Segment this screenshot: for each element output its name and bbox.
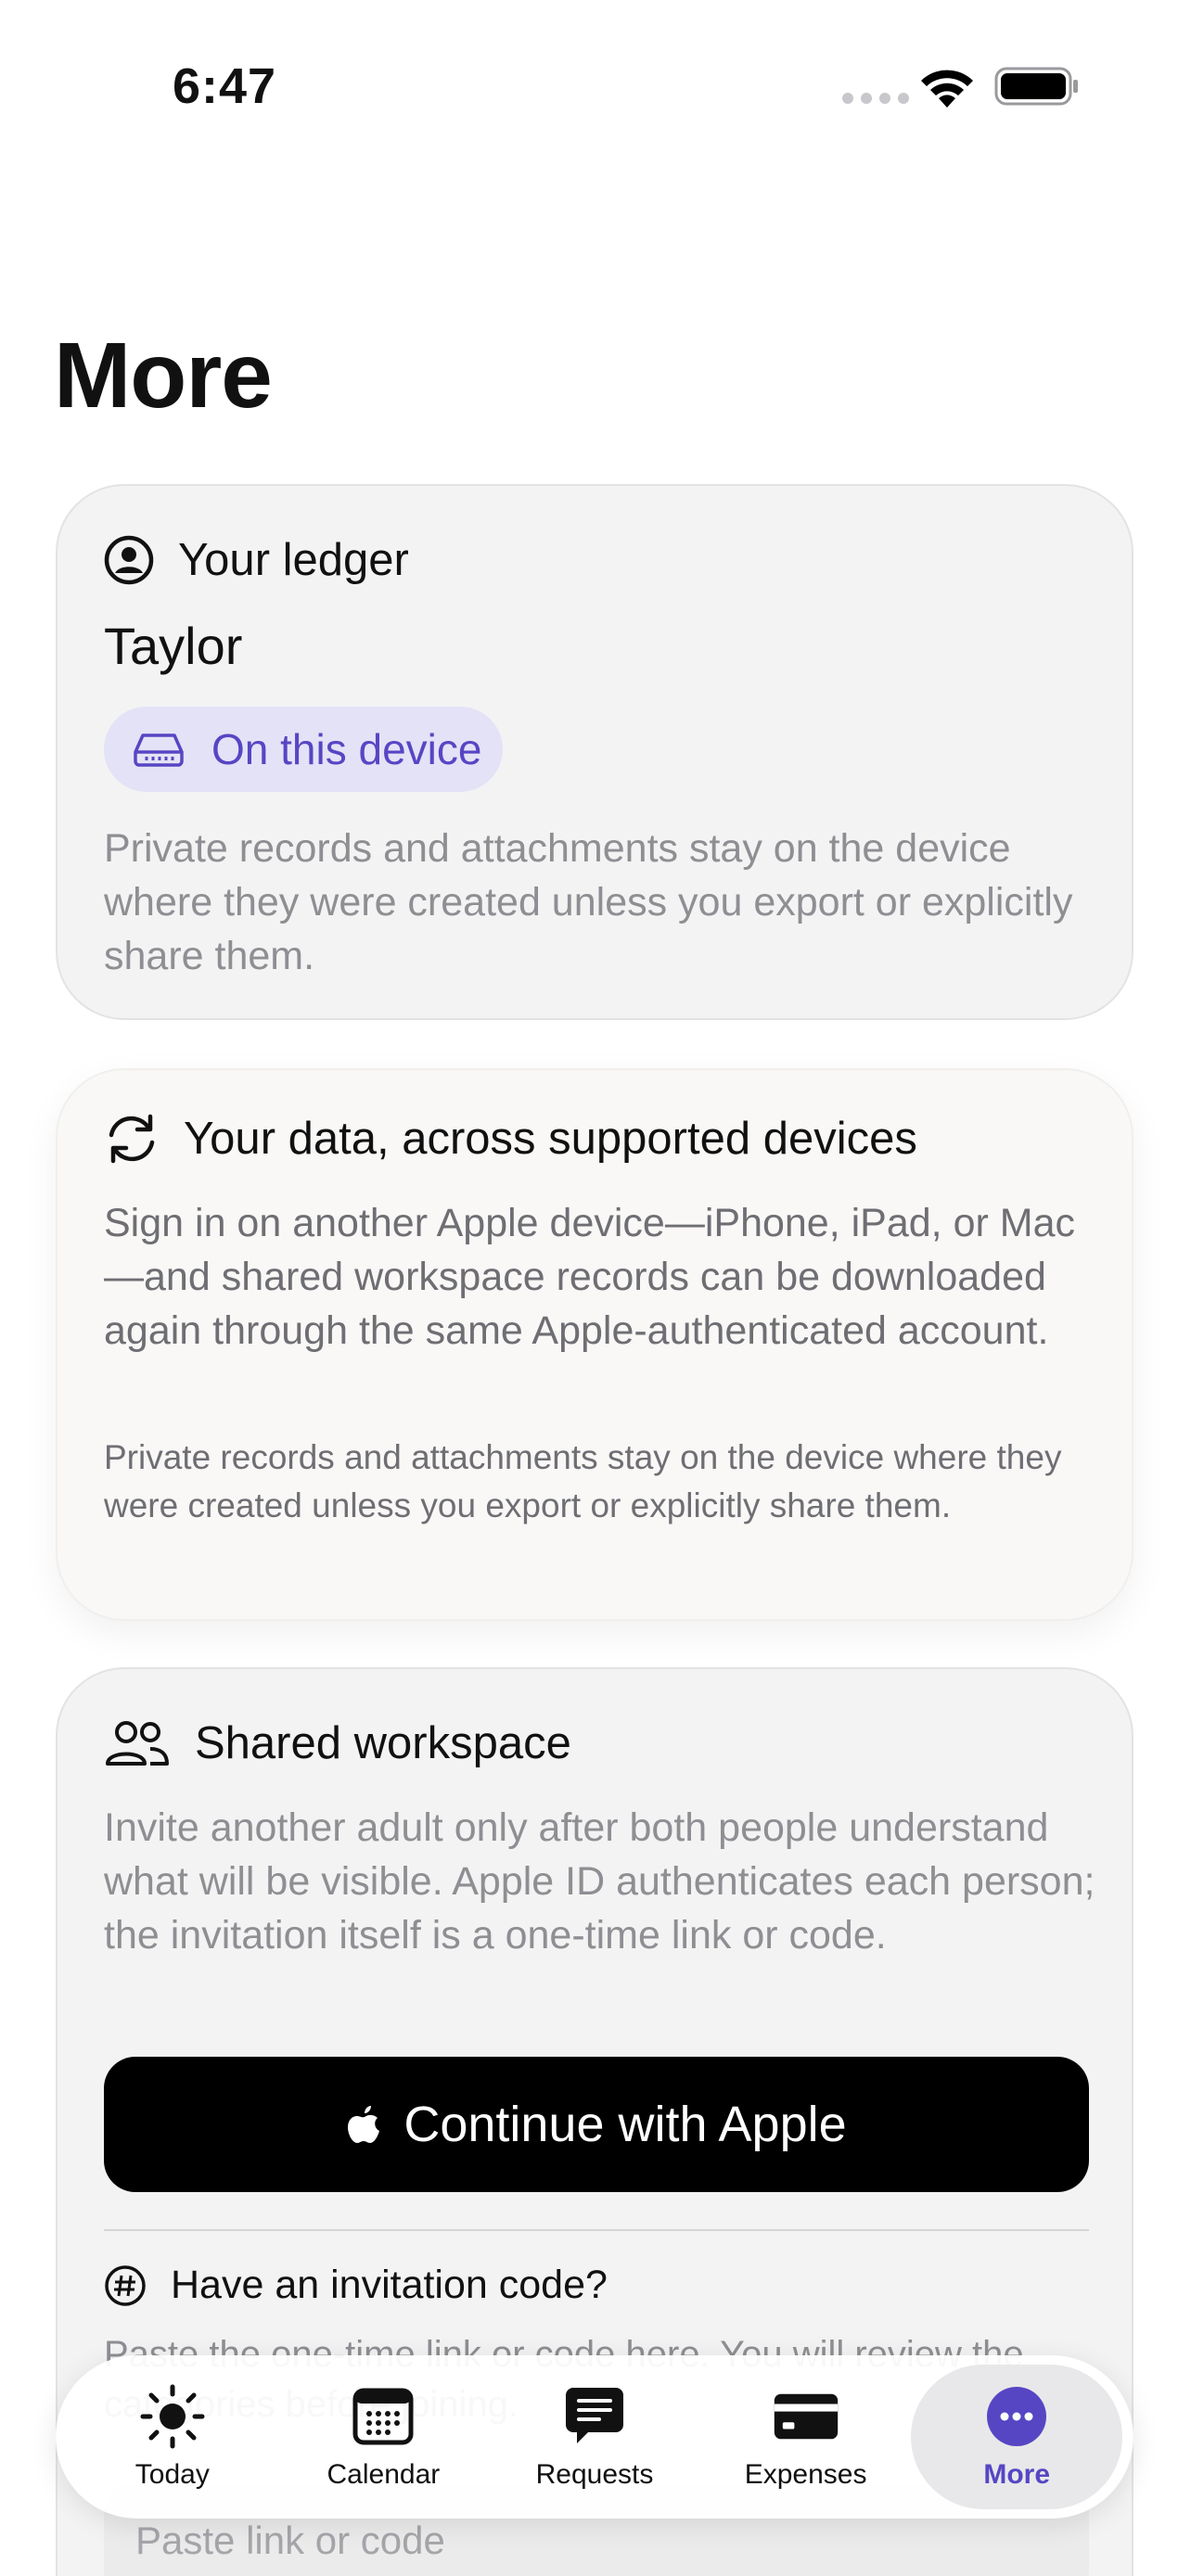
sync-note: Private records and attachments stay on … [104,1438,1062,1524]
drive-icon [134,733,184,767]
apple-logo-icon [348,2106,380,2143]
ledger-header: Your ledger [104,534,409,586]
person-circle-icon [104,535,154,585]
sync-header: Your data, across supported devices [104,1113,917,1165]
sync-heading: Your data, across supported devices [184,1114,917,1164]
ledger-description: Private records and attachments stay on … [104,826,1073,978]
people-icon [106,1721,169,1766]
shared-header: Shared workspace [104,1717,571,1769]
message-icon [561,2383,628,2450]
storage-location-badge: On this device [104,707,503,792]
invitation-header: Have an invitation code? [104,2263,608,2308]
shared-heading: Shared workspace [195,1718,571,1768]
section-divider [104,2229,1089,2231]
ledger-heading: Your ledger [178,535,409,585]
sync-arrows-icon [109,1114,155,1164]
ledger-owner-name: Taylor [104,617,243,675]
invitation-heading: Have an invitation code? [171,2263,608,2307]
tab-today-label: Today [134,2459,210,2490]
tab-expenses[interactable]: Expenses [700,2365,912,2509]
continue-with-apple-button[interactable]: Continue with Apple [104,2057,1089,2192]
continue-with-apple-label: Continue with Apple [403,2097,847,2152]
tab-more[interactable]: More [911,2365,1122,2509]
page-title: More [54,324,273,427]
sync-description: Sign in on another Apple device—iPhone, … [104,1201,1075,1353]
cellular-signal-icon [842,93,909,104]
wifi-icon [921,70,973,108]
shared-description: Invite another adult only after both peo… [104,1805,1095,1958]
tab-expenses-label: Expenses [744,2459,867,2490]
calendar-icon [350,2383,416,2450]
tab-calendar[interactable]: Calendar [278,2365,490,2509]
status-time: 6:47 [173,58,277,114]
sync-card: Your data, across supported devices Sign… [56,1068,1133,1621]
storage-location-label: On this device [211,725,482,773]
card-icon [773,2383,839,2450]
tab-requests[interactable]: Requests [489,2365,700,2509]
status-bar: 6:47 [0,0,1191,176]
tab-more-label: More [983,2459,1051,2490]
tab-calendar-label: Calendar [327,2459,441,2490]
battery-icon [994,67,1078,106]
tab-requests-label: Requests [535,2459,654,2490]
sun-icon [139,2383,206,2450]
tab-bar: Today Calendar Requests Expenses More [56,2355,1133,2519]
ellipsis-circle-icon [983,2383,1050,2450]
tab-today[interactable]: Today [67,2365,278,2509]
number-sign-icon [105,2264,146,2306]
ledger-card: Your ledger Taylor On this device Privat… [56,484,1133,1020]
